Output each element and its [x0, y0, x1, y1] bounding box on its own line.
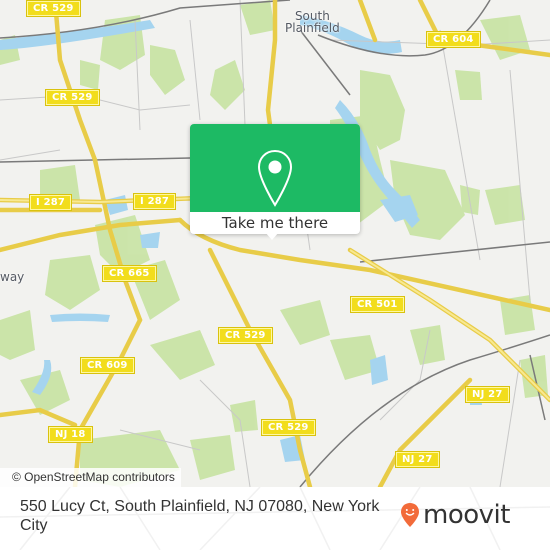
road-shield-cr529: CR 529: [26, 0, 81, 17]
map-base-layer: [0, 0, 550, 487]
location-popup: Take me there: [190, 124, 360, 240]
road-shield-nj27: NJ 27: [465, 386, 510, 403]
road-shield-cr529: CR 529: [45, 89, 100, 106]
brand-wordmark: moovit: [423, 500, 510, 530]
popup-pointer: [265, 232, 279, 240]
road-shield-nj27: NJ 27: [395, 451, 440, 468]
road-shield-cr609: CR 609: [80, 357, 135, 374]
road-shield-cr529: CR 529: [261, 419, 316, 436]
road-shield-i287: I 287: [132, 193, 177, 210]
road-shield-cr665: CR 665: [102, 265, 157, 282]
road-shield-i287: I 287: [28, 194, 73, 211]
take-me-there-button[interactable]: Take me there: [190, 212, 360, 234]
map[interactable]: South Plainfield way CR 529 CR 529 CR 60…: [0, 0, 550, 487]
road-shield-nj18: NJ 18: [48, 426, 93, 443]
popup-header: [190, 124, 360, 212]
place-label-south-plainfield: South Plainfield: [285, 10, 340, 34]
place-label-line: way: [0, 270, 25, 284]
road-shield-cr604: CR 604: [426, 31, 481, 48]
road-shield-cr529: CR 529: [218, 327, 273, 344]
place-label-line: Plainfield: [285, 21, 340, 35]
map-attribution[interactable]: © OpenStreetMap contributors: [0, 468, 181, 487]
park-areas: [0, 0, 548, 487]
place-label-edison-partial: way: [0, 271, 24, 283]
moovit-logo[interactable]: moovit: [400, 497, 510, 533]
moovit-pin-icon: [401, 503, 419, 527]
map-pin-icon: [257, 149, 293, 207]
address-text: 550 Lucy Ct, South Plainfield, NJ 07080,…: [20, 498, 380, 534]
footer: 550 Lucy Ct, South Plainfield, NJ 07080,…: [0, 487, 550, 550]
road-shield-cr501: CR 501: [350, 296, 405, 313]
